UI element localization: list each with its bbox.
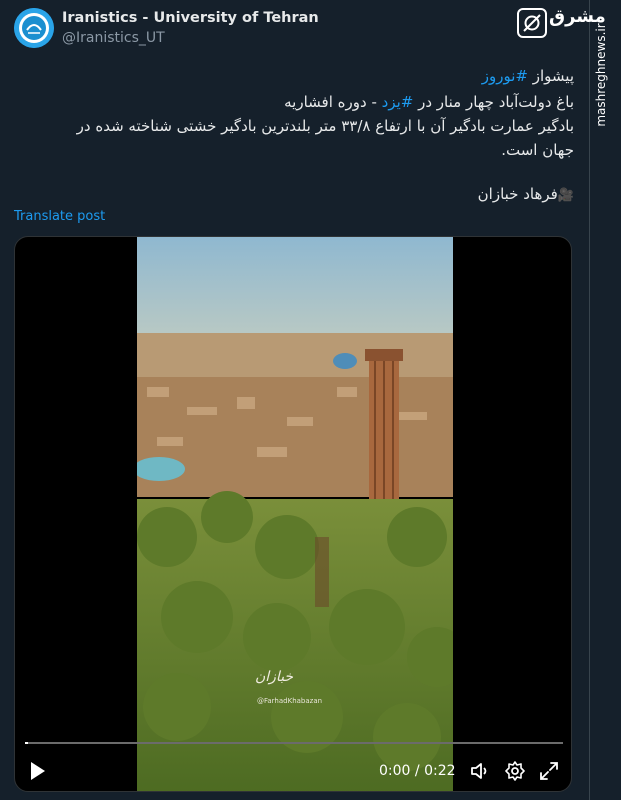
current-time: 0:00 (379, 763, 411, 779)
tweet-line-2: باغ دولت‌آباد چهار منار در #یزد - دوره ا… (14, 90, 574, 115)
translate-post-link[interactable]: Translate post (14, 209, 105, 224)
video-time: 0:00 / 0:22 (379, 763, 456, 779)
video-player[interactable]: خبازان @FarhadKhabazan 0:00 / 0:22 (14, 236, 572, 792)
tweet-text-2b: - دوره افشاریه (284, 93, 382, 111)
tweet-line-4: جهان است. (501, 141, 574, 159)
video-progress-bar[interactable] (25, 742, 563, 744)
gear-icon (505, 761, 525, 781)
video-watermark: @FarhadKhabazan (257, 697, 323, 705)
settings-button[interactable] (504, 760, 526, 782)
movie-camera-icon: 🎥 (557, 188, 574, 203)
hashtag-nowruz[interactable]: #نوروز (482, 67, 528, 85)
volume-icon (471, 763, 487, 779)
watermark-logo: خبازان (255, 669, 294, 685)
video-thumbnail (137, 237, 453, 791)
fullscreen-icon (540, 762, 558, 780)
hashtag-yazd[interactable]: #یزد (382, 93, 414, 111)
time-separator: / (410, 763, 425, 779)
brand-logo-icon (517, 8, 547, 38)
account-handle[interactable]: @Iranistics_UT (62, 30, 165, 46)
fullscreen-button[interactable] (538, 760, 560, 782)
volume-button[interactable] (469, 760, 491, 782)
tweet-line-1: پیشواز #نوروز (14, 64, 574, 89)
play-button[interactable] (29, 760, 47, 782)
duration: 0:22 (424, 763, 456, 779)
account-avatar[interactable] (14, 8, 54, 48)
tweet-credit: 🎥فرهاد خبازان (14, 182, 574, 208)
video-frame[interactable]: خبازان @FarhadKhabazan (137, 237, 453, 791)
brand-url: mashreghnews.ir (588, 20, 614, 130)
university-seal-icon (14, 8, 54, 48)
brand-url-text: mashreghnews.ir (594, 23, 608, 127)
tweet-line-3: بادگیر عمارت بادگیر آن با ارتفاع ۳۳/۸ مت… (76, 117, 574, 135)
tweet-text-1: پیشواز (527, 67, 574, 85)
play-icon (31, 762, 45, 780)
account-name[interactable]: Iranistics - University of Tehran (62, 10, 319, 26)
video-progress-fill (25, 742, 28, 744)
credit-name: فرهاد خبازان (477, 185, 558, 203)
tweet-text-2a: باغ دولت‌آباد چهار منار در (413, 93, 574, 111)
